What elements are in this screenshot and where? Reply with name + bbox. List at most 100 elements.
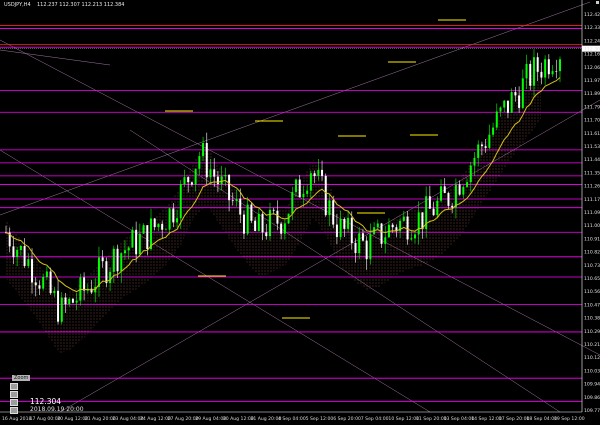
candle-body bbox=[440, 186, 443, 201]
time-tick-label: 29 Aug 04:00 bbox=[195, 416, 226, 422]
candle-body bbox=[242, 214, 245, 234]
candle-body bbox=[228, 174, 231, 201]
candle-body bbox=[547, 59, 550, 75]
time-tick-label: 7 Sep 04:00 bbox=[361, 416, 389, 422]
price-tick-label: 109.860 bbox=[584, 395, 600, 401]
price-tick-label: 111.703 bbox=[584, 118, 600, 124]
candle-body bbox=[68, 298, 71, 305]
candle-body bbox=[477, 144, 480, 158]
candle-body bbox=[347, 217, 350, 229]
price-tick-label: 110.470 bbox=[584, 302, 600, 308]
price-tick-label: 112.248 bbox=[584, 38, 600, 44]
zoom-in-button[interactable] bbox=[10, 383, 18, 390]
chart-ohlc-label: 112.237 112.307 112.213 112.384 bbox=[37, 2, 124, 8]
candle-body bbox=[559, 59, 561, 72]
time-tick-label: 16 Aug 2018 bbox=[2, 416, 32, 422]
time-tick-label: 21 Aug 20:00 bbox=[85, 416, 116, 422]
candle-body bbox=[295, 179, 298, 193]
time-tick-label: 17 Aug 00:00 bbox=[30, 416, 61, 422]
price-tick-label: 111.440 bbox=[584, 157, 600, 163]
candle-body bbox=[447, 193, 450, 206]
candle-body bbox=[361, 233, 364, 241]
zoom-reset-button[interactable] bbox=[10, 407, 18, 414]
candle-body bbox=[402, 216, 405, 221]
time-tick-label: 17 Sep 20:00 bbox=[499, 416, 530, 422]
candle-body bbox=[205, 143, 208, 178]
candle-body bbox=[551, 71, 554, 75]
candle-body bbox=[176, 218, 179, 223]
candle-body bbox=[473, 157, 476, 166]
price-tick-label: 111.090 bbox=[584, 210, 600, 216]
candle-body bbox=[306, 190, 309, 194]
candle-body bbox=[406, 216, 409, 240]
candle-body bbox=[339, 218, 342, 237]
candle-body bbox=[480, 144, 483, 147]
candle-body bbox=[64, 297, 67, 305]
candle-body bbox=[19, 245, 22, 251]
candle-body bbox=[127, 247, 130, 251]
candle-body bbox=[443, 186, 446, 194]
candle-body bbox=[187, 177, 190, 183]
candle-body bbox=[335, 224, 338, 237]
candle-body bbox=[421, 212, 424, 230]
candle-body bbox=[138, 233, 141, 255]
candle-body bbox=[157, 223, 160, 228]
candle-body bbox=[90, 288, 93, 293]
candle-body bbox=[417, 212, 420, 235]
candle-body bbox=[317, 169, 320, 177]
zoom-out-button[interactable] bbox=[10, 391, 18, 398]
candle-body bbox=[31, 259, 34, 283]
candle-body bbox=[161, 223, 164, 230]
candle-body bbox=[164, 229, 167, 231]
candle-body bbox=[231, 200, 234, 201]
candle-body bbox=[324, 175, 327, 216]
candle-body bbox=[53, 290, 56, 294]
candle-body bbox=[555, 71, 558, 72]
candle-body bbox=[458, 184, 461, 195]
zoom-label: Zoom bbox=[12, 375, 31, 381]
candle-body bbox=[16, 250, 19, 258]
candle-body bbox=[510, 92, 513, 113]
candle-body bbox=[23, 245, 26, 267]
candle-body bbox=[376, 223, 379, 228]
candle-body bbox=[525, 63, 528, 79]
zoom-fit-button[interactable] bbox=[10, 399, 18, 406]
candle-body bbox=[150, 218, 153, 250]
candle-body bbox=[146, 225, 149, 250]
current-price-tag-text: 112.304 bbox=[584, 47, 600, 53]
candle-body bbox=[454, 184, 457, 208]
candle-body bbox=[60, 297, 63, 322]
candle-body bbox=[451, 205, 454, 208]
time-tick-label: 4 Sep 04:00 bbox=[278, 416, 306, 422]
candle-body bbox=[514, 92, 517, 96]
time-tick-label: 27 Aug 20:00 bbox=[168, 416, 199, 422]
time-tick-label: 24 Aug 12:00 bbox=[140, 416, 171, 422]
time-tick-label: 6 Sep 20:00 bbox=[333, 416, 361, 422]
candle-body bbox=[503, 100, 506, 108]
price-chart[interactable]: 112.421112.336112.248112.160112.060111.9… bbox=[0, 0, 600, 425]
candle-body bbox=[428, 196, 431, 209]
candle-body bbox=[112, 248, 115, 272]
candle-body bbox=[488, 134, 491, 148]
candle-body bbox=[123, 250, 126, 254]
candle-body bbox=[153, 218, 156, 228]
candle-body bbox=[499, 107, 502, 112]
crosshair-price: 112.304 bbox=[30, 397, 62, 406]
candle-body bbox=[436, 200, 439, 216]
candle-body bbox=[257, 213, 260, 231]
candle-body bbox=[265, 232, 268, 237]
time-tick-label: 10 Sep 12:00 bbox=[388, 416, 419, 422]
candle-body bbox=[532, 57, 535, 86]
candle-body bbox=[105, 261, 108, 284]
candle-body bbox=[521, 78, 524, 108]
time-axis-labels: 16 Aug 201817 Aug 00:0020 Aug 12:0021 Au… bbox=[2, 416, 585, 422]
candle-body bbox=[49, 271, 52, 294]
time-tick-label: 31 Aug 20:00 bbox=[250, 416, 281, 422]
settings-icon[interactable] bbox=[596, 1, 599, 4]
candle-body bbox=[391, 224, 394, 228]
candle-body bbox=[254, 220, 257, 231]
candle-body bbox=[369, 234, 372, 260]
price-tick-label: 109.770 bbox=[584, 408, 600, 414]
price-tick-label: 111.530 bbox=[584, 144, 600, 150]
candle-body bbox=[492, 127, 495, 135]
